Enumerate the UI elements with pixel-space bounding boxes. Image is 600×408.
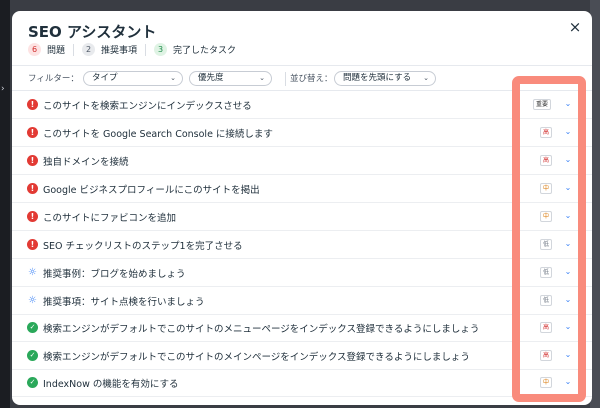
sort-value: 問題を先頭にする bbox=[343, 73, 412, 83]
chevron-right-icon: › bbox=[1, 84, 5, 94]
priority-column-highlight bbox=[512, 76, 586, 402]
stat-divider bbox=[145, 43, 147, 56]
task-title: 検索エンジンがデフォルトでこのサイトのメニューページをインデックス登録できるよう… bbox=[43, 324, 480, 335]
backdrop-left-panel bbox=[0, 0, 10, 408]
task-row[interactable]: ✓ 検索エンジンがデフォルトでこのサイトのメインページをインデックス登録できるよう… bbox=[12, 342, 592, 370]
task-title: SEO チェックリストのステップ1を完了させる bbox=[43, 241, 243, 252]
task-row[interactable]: ! SEO チェックリストのステップ1を完了させる低 ⌄ bbox=[12, 231, 592, 259]
task-row[interactable]: ☼ 推奨事例：ブログを始めましょう低 ⌄ bbox=[12, 259, 592, 287]
issue-count-label: 問題 bbox=[47, 46, 66, 56]
task-stats: 6 問題 2 推奨事項 3 完了したタスク bbox=[28, 43, 236, 56]
priority-filter-dropdown[interactable]: 優先度 ⌄ bbox=[189, 71, 272, 86]
chevron-down-icon: ⌄ bbox=[259, 74, 265, 82]
filter-bar: フィルター： タイプ ⌄ 優先度 ⌄ 並び替え： 問題を先頭にする ⌄ bbox=[12, 65, 592, 91]
alert-icon: ! bbox=[27, 127, 38, 138]
task-row[interactable]: ! このサイトを検索エンジンにインデックスさせる 重要 ⌄ bbox=[12, 91, 592, 119]
task-title: このサイトにファビコンを追加 bbox=[43, 213, 177, 224]
check-circle-icon: ✓ bbox=[27, 377, 38, 388]
task-title: このサイトを Google Search Console に接続します bbox=[43, 129, 273, 140]
alert-icon: ! bbox=[27, 183, 38, 194]
task-title: IndexNow の機能を有効にする bbox=[43, 379, 179, 390]
alert-icon: ! bbox=[27, 99, 38, 110]
chevron-down-icon: ⌄ bbox=[423, 74, 429, 82]
type-filter-value: タイプ bbox=[92, 73, 118, 83]
recommendation-count-badge: 2 bbox=[82, 43, 96, 56]
task-row[interactable]: ✓ IndexNow の機能を有効にする中 ⌄ bbox=[12, 369, 592, 397]
stat-completed: 3 完了したタスク bbox=[154, 43, 236, 56]
filter-divider bbox=[285, 72, 286, 86]
stat-issues: 6 問題 bbox=[28, 43, 65, 56]
filter-label: フィルター： bbox=[28, 74, 79, 84]
task-row[interactable]: ☼ 推奨事項：サイト点検を行いましょう低 ⌄ bbox=[12, 287, 592, 315]
check-circle-icon: ✓ bbox=[27, 322, 38, 333]
task-row[interactable]: ! このサイトにファビコンを追加中 ⌄ bbox=[12, 203, 592, 231]
type-filter-dropdown[interactable]: タイプ ⌄ bbox=[83, 71, 183, 86]
issue-count-badge: 6 bbox=[28, 43, 41, 56]
priority-filter-value: 優先度 bbox=[198, 73, 224, 83]
close-icon[interactable]: × bbox=[565, 17, 585, 37]
task-row[interactable]: ! 独自ドメインを接続高 ⌄ bbox=[12, 147, 592, 175]
stat-recommendations: 2 推奨事項 bbox=[82, 43, 137, 56]
task-row[interactable]: ! このサイトを Google Search Console に接続します高 ⌄ bbox=[12, 119, 592, 147]
lightbulb-icon: ☼ bbox=[28, 267, 37, 278]
completed-count-label: 完了したタスク bbox=[173, 46, 237, 56]
recommendation-count-label: 推奨事項 bbox=[101, 46, 138, 56]
lightbulb-icon: ☼ bbox=[28, 295, 37, 306]
alert-icon: ! bbox=[27, 155, 38, 166]
sort-dropdown[interactable]: 問題を先頭にする ⌄ bbox=[334, 71, 436, 86]
task-title: 推奨事例：ブログを始めましょう bbox=[43, 269, 186, 280]
task-title: 推奨事項：サイト点検を行いましょう bbox=[43, 297, 205, 308]
task-title: 独自ドメインを接続 bbox=[43, 157, 129, 168]
task-row[interactable]: ! Google ビジネスプロフィールにこのサイトを掲出中 ⌄ bbox=[12, 175, 592, 203]
sort-label: 並び替え： bbox=[290, 74, 333, 84]
alert-icon: ! bbox=[27, 211, 38, 222]
check-circle-icon: ✓ bbox=[27, 350, 38, 361]
task-title: 検索エンジンがデフォルトでこのサイトのメインページをインデックス登録できるように… bbox=[43, 352, 470, 363]
completed-count-badge: 3 bbox=[154, 43, 168, 56]
alert-icon: ! bbox=[27, 239, 38, 250]
modal-title: SEO アシスタント bbox=[28, 23, 157, 41]
stat-divider bbox=[73, 43, 75, 56]
chevron-down-icon: ⌄ bbox=[170, 74, 176, 82]
task-title: Google ビジネスプロフィールにこのサイトを掲出 bbox=[43, 185, 260, 196]
task-row[interactable]: ✓ 検索エンジンがデフォルトでこのサイトのメニューページをインデックス登録できるよ… bbox=[12, 314, 592, 342]
task-title: このサイトを検索エンジンにインデックスさせる bbox=[43, 101, 252, 112]
seo-assistant-modal: SEO アシスタント × 6 問題 2 推奨事項 3 完了したタスク フィルター… bbox=[12, 11, 592, 405]
